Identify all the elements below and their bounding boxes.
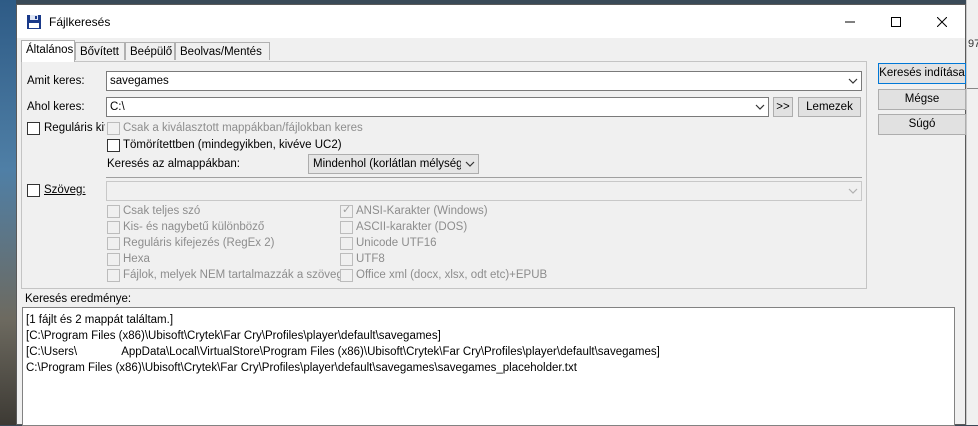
chevron-down-icon[interactable] bbox=[844, 182, 861, 200]
search-where-value: C:\ bbox=[110, 101, 125, 113]
subdirs-label: Keresés az almappákban: bbox=[107, 158, 240, 170]
subdirs-select[interactable]: Mindenhol (korlátlan mélységbe bbox=[308, 154, 479, 174]
title-bar[interactable]: Fájlkeresés bbox=[17, 5, 965, 38]
close-icon bbox=[937, 16, 947, 27]
compressed-checkbox[interactable] bbox=[107, 139, 120, 152]
results-label: Keresés eredménye: bbox=[25, 293, 132, 305]
divider bbox=[106, 177, 862, 178]
office-xml-checkbox[interactable] bbox=[340, 269, 353, 282]
regex2-checkbox[interactable] bbox=[107, 237, 120, 250]
tab-load-save[interactable]: Beolvas/Mentés bbox=[175, 42, 270, 60]
hex-checkbox[interactable] bbox=[107, 253, 120, 266]
not-containing-label: Fájlok, melyek NEM tartalmazzák a szöveg… bbox=[123, 269, 353, 281]
ascii-checkbox[interactable] bbox=[340, 221, 353, 234]
general-tab-panel: Amit keres: savegames Ahol keres: C:\ >>… bbox=[21, 61, 867, 289]
chevron-down-icon[interactable] bbox=[461, 155, 478, 173]
text-search-input[interactable] bbox=[106, 181, 862, 201]
search-where-label: Ahol keres: bbox=[27, 101, 85, 113]
search-what-value: savegames bbox=[110, 75, 169, 87]
help-button[interactable]: Súgó bbox=[878, 114, 966, 135]
checkmark-icon: ✓ bbox=[342, 204, 352, 216]
case-sensitive-checkbox[interactable] bbox=[107, 221, 120, 234]
minimize-icon bbox=[845, 21, 855, 22]
results-line[interactable]: C:\Program Files (x86)\Ubisoft\Crytek\Fa… bbox=[26, 362, 577, 374]
utf16-checkbox[interactable] bbox=[340, 237, 353, 250]
office-xml-label: Office xml (docx, xlsx, odt etc)+EPUB bbox=[356, 269, 548, 281]
chevron-down-icon[interactable] bbox=[844, 72, 861, 90]
tab-plugins[interactable]: Beépülő bbox=[125, 42, 175, 60]
search-where-input[interactable]: C:\ bbox=[106, 97, 769, 117]
window-title: Fájlkeresés bbox=[49, 15, 111, 29]
tab-general[interactable]: Általános bbox=[21, 40, 75, 62]
results-line[interactable]: [C:\Program Files (x86)\Ubisoft\Crytek\F… bbox=[26, 330, 441, 342]
text-search-label: Szöveg: bbox=[44, 184, 86, 196]
whole-word-checkbox[interactable] bbox=[107, 205, 120, 218]
file-search-window: Fájlkeresés Általános Bővített Beépülő B… bbox=[16, 4, 966, 426]
close-button[interactable] bbox=[919, 5, 965, 38]
selected-dirs-checkbox[interactable] bbox=[107, 122, 120, 135]
text-search-checkbox[interactable] bbox=[27, 184, 40, 197]
subdirs-value: Mindenhol (korlátlan mélységbe bbox=[313, 158, 476, 170]
whole-word-label: Csak teljes szó bbox=[123, 205, 201, 217]
desktop-background bbox=[0, 0, 16, 425]
utf8-checkbox[interactable] bbox=[340, 253, 353, 266]
ascii-label: ASCII-karakter (DOS) bbox=[356, 221, 468, 233]
browse-arrows-button[interactable]: >> bbox=[773, 97, 793, 117]
search-what-input[interactable]: savegames bbox=[106, 71, 862, 91]
background-window-edge: 97 bbox=[966, 0, 978, 425]
floppy-disk-icon bbox=[27, 15, 41, 29]
start-search-button[interactable]: Keresés indítása bbox=[878, 63, 966, 84]
regex2-label: Reguláris kifejezés (RegEx 2) bbox=[123, 237, 275, 249]
hex-label: Hexa bbox=[123, 253, 150, 265]
regex-label: Reguláris kife bbox=[44, 122, 105, 134]
case-sensitive-label: Kis- és nagybetű különböző bbox=[123, 221, 265, 233]
selected-dirs-label: Csak a kiválasztott mappákban/fájlokban … bbox=[123, 122, 363, 134]
not-containing-checkbox[interactable] bbox=[107, 269, 120, 282]
ansi-checkbox[interactable]: ✓ bbox=[340, 205, 353, 218]
cancel-button[interactable]: Mégse bbox=[878, 89, 966, 110]
maximize-icon bbox=[891, 16, 901, 27]
tab-extended[interactable]: Bővített bbox=[75, 42, 125, 60]
ansi-label: ANSI-Karakter (Windows) bbox=[356, 205, 488, 217]
compressed-label: Tömörítettben (mindegyikben, kivéve UC2) bbox=[123, 139, 342, 151]
background-line bbox=[967, 88, 978, 89]
maximize-button[interactable] bbox=[873, 5, 919, 38]
utf8-label: UTF8 bbox=[356, 253, 385, 265]
utf16-label: Unicode UTF16 bbox=[356, 237, 437, 249]
drives-button[interactable]: Lemezek bbox=[798, 97, 861, 117]
background-text: 97 bbox=[968, 38, 978, 50]
results-line[interactable]: [C:\Users\ AppData\Local\VirtualStore\Pr… bbox=[26, 346, 660, 358]
results-line[interactable]: [1 fájlt és 2 mappát találtam.] bbox=[26, 314, 173, 326]
minimize-button[interactable] bbox=[827, 5, 873, 38]
search-what-label: Amit keres: bbox=[27, 75, 85, 87]
chevron-down-icon[interactable] bbox=[751, 98, 768, 116]
regex-checkbox[interactable] bbox=[27, 122, 40, 135]
results-list[interactable]: [1 fájlt és 2 mappát találtam.] [C:\Prog… bbox=[22, 307, 955, 426]
